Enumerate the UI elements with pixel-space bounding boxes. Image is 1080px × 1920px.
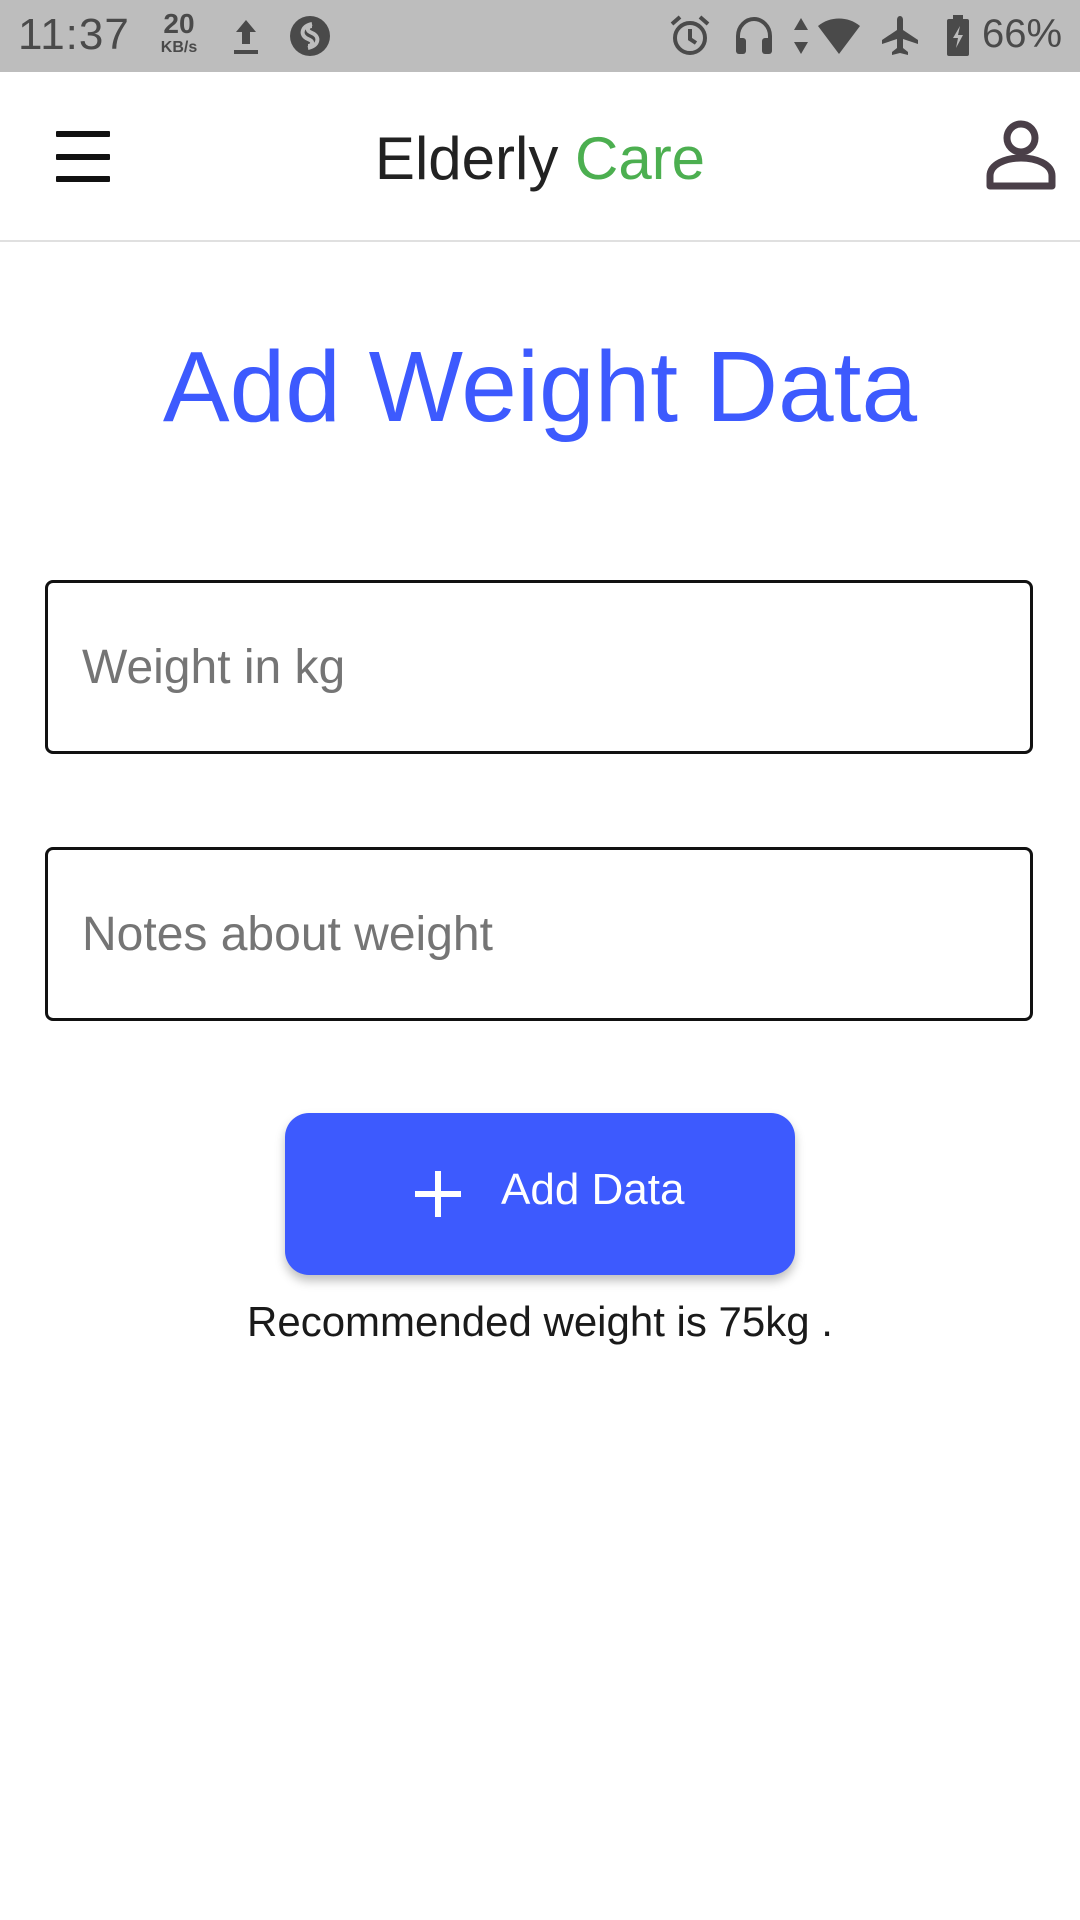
wifi-icon [818,18,860,54]
notes-field [45,847,1033,1021]
recommended-weight-text: Recommended weight is 75kg . [247,1298,833,1345]
airplane-icon [882,16,918,55]
battery-icon [947,15,969,56]
battery-percent: 66% [982,12,1063,56]
app-title-accent: Care [575,125,706,192]
status-bar: 11:37 20 KB/s 66% [0,0,1080,72]
shazam-icon [290,16,330,56]
alarm-icon [670,15,710,55]
profile-button[interactable] [984,118,1058,192]
weight-field [45,580,1033,754]
person-icon [986,120,1056,190]
network-speed-value: 20 [163,8,195,39]
app-title: Elderly Care [0,124,1080,193]
network-speed-unit: KB/s [160,39,198,56]
plus-icon [415,1171,461,1217]
data-arrows-icon [794,18,808,54]
page-title: Add Weight Data [162,331,918,443]
upload-icon [234,20,258,54]
add-data-button[interactable]: Add Data [285,1113,795,1275]
network-speed: 20 KB/s [158,10,200,56]
app-title-main: Elderly [374,125,559,192]
status-time: 11:37 [18,10,130,59]
weight-input[interactable] [48,583,1030,751]
add-data-label: Add Data [501,1165,685,1214]
notes-input[interactable] [48,850,1030,1018]
headset-icon [736,16,772,54]
app-bar: Elderly Care [0,72,1080,242]
